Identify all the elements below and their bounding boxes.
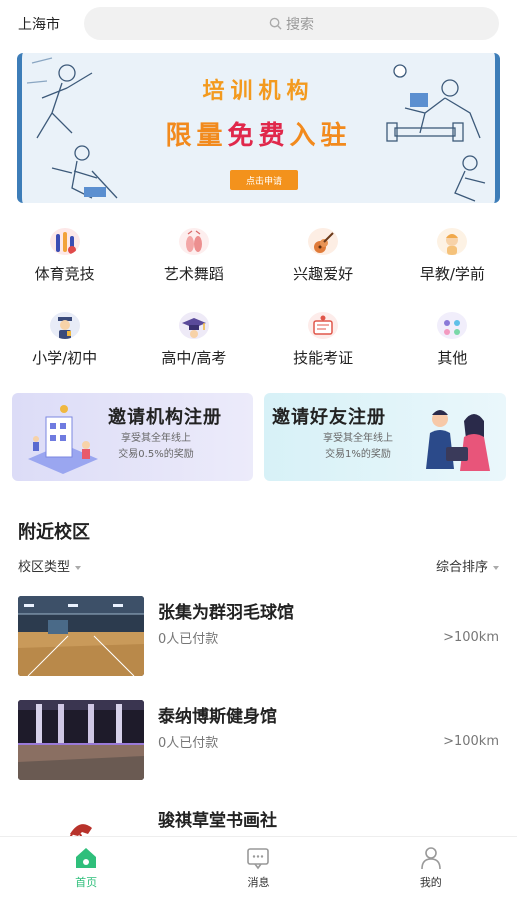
venue-item[interactable]: 泰纳博斯健身馆 0人已付款 >100km: [0, 700, 517, 780]
banner-text-highlight: 免费: [227, 121, 290, 151]
bottom-tab-bar: 首页 消息 我的: [0, 836, 517, 900]
chevron-down-icon: [493, 565, 499, 570]
invite-friend-title: 邀请好友注册: [272, 407, 386, 428]
graduation-cap-icon: [178, 312, 209, 339]
dots-icon: [437, 312, 468, 339]
category-grid: 体育竞技 艺术舞蹈 兴趣爱好 早教/学前 小学/初中 高中/高考 技能考证 其他: [0, 222, 517, 368]
tab-profile[interactable]: 我的: [345, 837, 517, 900]
invite-institution-card[interactable]: 邀请机构注册 享受其全年线上 交易0.5%的奖励: [12, 393, 253, 481]
invite-institution-title: 邀请机构注册: [108, 407, 222, 428]
venue-paid-count: 0人已付款: [158, 736, 219, 751]
search-bar[interactable]: 搜索: [84, 7, 499, 40]
invite-desc-line: 交易1%的奖励: [325, 449, 391, 460]
guitar-icon: [308, 228, 339, 255]
venue-thumbnail: [18, 700, 144, 780]
venue-thumbnail: [18, 596, 144, 676]
category-dance[interactable]: 艺术舞蹈: [129, 222, 258, 284]
category-other[interactable]: 其他: [388, 306, 517, 368]
banner-text-b: 入驻: [289, 121, 352, 151]
invite-desc-line: 享受其全年线上: [323, 433, 393, 444]
category-sports[interactable]: 体育竞技: [0, 222, 129, 284]
ballet-shoes-icon: [178, 228, 209, 255]
apply-button[interactable]: 点击申请: [230, 170, 298, 190]
invite-desc-line: 享受其全年线上: [121, 433, 191, 444]
category-label: 早教/学前: [419, 265, 485, 283]
city-selector[interactable]: 上海市: [18, 14, 60, 34]
category-label: 艺术舞蹈: [163, 265, 224, 283]
category-early-education[interactable]: 早教/学前: [388, 222, 517, 284]
sort-filter[interactable]: 综合排序: [436, 556, 499, 575]
baby-icon: [437, 228, 468, 255]
category-label: 技能考证: [293, 349, 354, 367]
tab-label: 首页: [75, 876, 98, 889]
invite-desc-line: 交易0.5%的奖励: [118, 449, 194, 460]
top-bar: 上海市 搜索: [0, 0, 517, 48]
banner-subheadline: 限量免费入驻: [22, 115, 495, 152]
sports-icon: [49, 228, 80, 255]
nearby-section-title: 附近校区: [18, 522, 90, 543]
venue-paid-count: 0人已付款: [158, 632, 219, 647]
promo-banner[interactable]: 培训机构 限量免费入驻 点击申请: [17, 53, 500, 203]
invite-institution-desc: 享受其全年线上 交易0.5%的奖励: [106, 431, 206, 463]
category-high-school[interactable]: 高中/高考: [129, 306, 258, 368]
banner-text-a: 限量: [165, 121, 228, 151]
home-icon: [76, 848, 97, 868]
invite-friend-desc: 享受其全年线上 交易1%的奖励: [308, 431, 408, 463]
invite-friend-card[interactable]: 邀请好友注册 享受其全年线上 交易1%的奖励: [264, 393, 506, 481]
category-label: 兴趣爱好: [293, 265, 354, 283]
campus-type-filter[interactable]: 校区类型: [18, 556, 82, 575]
search-placeholder: 搜索: [286, 16, 314, 33]
category-skills-certificate[interactable]: 技能考证: [259, 306, 388, 368]
banner-headline: 培训机构: [202, 78, 315, 104]
venue-distance: >100km: [443, 630, 499, 645]
category-hobby[interactable]: 兴趣爱好: [259, 222, 388, 284]
category-primary-middle[interactable]: 小学/初中: [0, 306, 129, 368]
tab-home[interactable]: 首页: [0, 837, 172, 900]
sort-filter-label: 综合排序: [435, 560, 488, 575]
tab-label: 我的: [419, 876, 442, 889]
certificate-icon: [308, 312, 339, 339]
venue-name: 泰纳博斯健身馆: [158, 707, 277, 727]
tab-label: 消息: [247, 876, 270, 889]
campus-type-filter-label: 校区类型: [18, 560, 71, 575]
venue-distance: >100km: [443, 734, 499, 749]
message-icon: [247, 848, 270, 870]
friends-illustration: [426, 410, 490, 471]
category-label: 小学/初中: [32, 349, 98, 367]
category-label: 其他: [437, 349, 468, 367]
category-label: 体育竞技: [34, 265, 95, 283]
venue-name: 骏祺草堂书画社: [158, 811, 277, 831]
category-label: 高中/高考: [161, 349, 227, 367]
student-icon: [49, 312, 80, 339]
user-icon: [421, 847, 441, 870]
tab-messages[interactable]: 消息: [172, 837, 344, 900]
venue-item[interactable]: 张集为群羽毛球馆 0人已付款 >100km: [0, 596, 517, 676]
search-icon: [269, 17, 282, 30]
institution-illustration: [28, 405, 98, 474]
venue-name: 张集为群羽毛球馆: [158, 603, 294, 623]
chevron-down-icon: [75, 565, 82, 570]
